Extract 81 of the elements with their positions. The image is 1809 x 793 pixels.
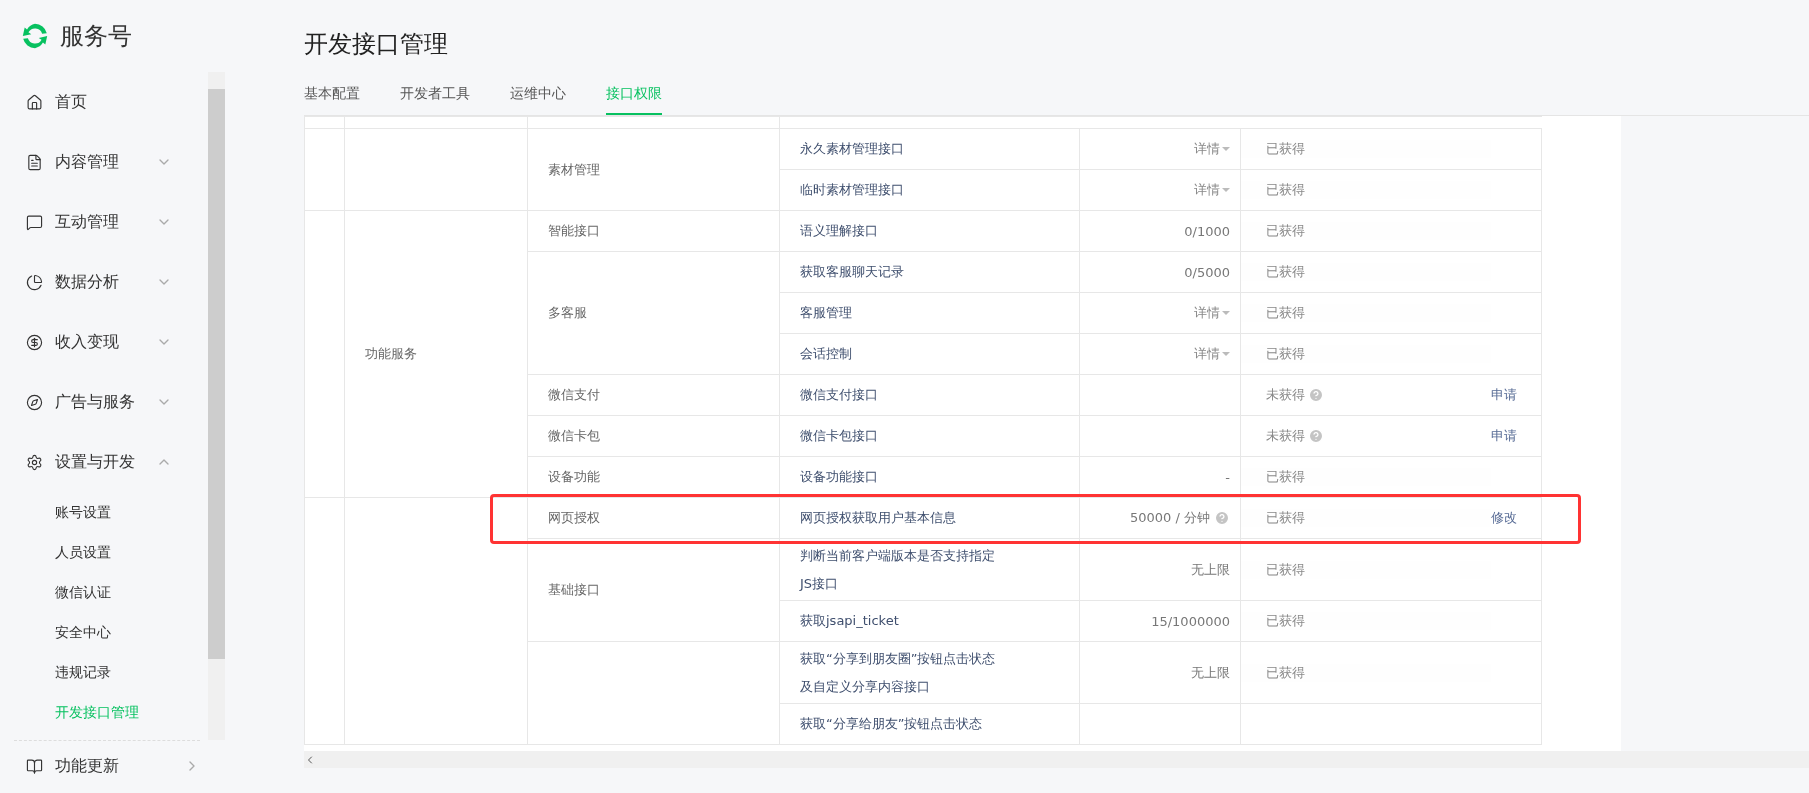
compass-icon [26,393,43,411]
details-dropdown[interactable]: 详情 [1194,304,1230,322]
status-text: 已获得 [1266,468,1305,486]
status-text: 已获得 [1266,181,1305,199]
details-dropdown[interactable]: 详情 [1194,181,1230,199]
quota-text: - [1225,469,1230,485]
vertical-scrollbar[interactable] [208,72,225,740]
sidebar-subitem[interactable]: 微信认证 [0,572,202,612]
category-name: 基础接口 [548,582,600,597]
interface-name: 设备功能接口 [800,468,879,486]
horizontal-scrollbar[interactable] [304,751,1809,768]
sidebar-subitem[interactable]: 账号设置 [0,492,202,532]
interface-name: 永久素材管理接口 [800,140,905,158]
logo-icon [20,21,50,51]
status-text: 已获得 [1266,612,1305,630]
sidebar-item[interactable]: 设置与开发 [0,432,202,492]
sidebar-subitem[interactable]: 安全中心 [0,612,202,652]
status-text: 已获得 [1266,140,1305,158]
help-icon[interactable] [1214,510,1230,526]
sidebar-subitem[interactable]: 人员设置 [0,532,202,572]
interface-name: 会话控制 [800,345,853,363]
details-dropdown[interactable]: 详情 [1194,140,1230,158]
category-name: 多客服 [548,305,587,320]
quota-text: 0/1000 [1184,223,1230,239]
interface-name: 语义理解接口 [800,222,879,240]
settings-icon [26,453,43,471]
interface-name: 微信支付接口 [800,386,879,404]
status-text: 已获得 [1266,345,1305,363]
status-text: 已获得 [1266,263,1305,281]
interface-name: 获取客服聊天记录 [800,263,905,281]
category-name: 智能接口 [548,223,600,238]
sidebar-item[interactable]: 首页 [0,72,202,132]
category-name: 网页授权 [548,510,600,525]
quota-text: 无上限 [1191,663,1230,682]
document-icon [26,153,43,171]
status-text: 已获得 [1266,222,1305,240]
brand-name: 服务号 [60,21,132,52]
quota-text: 0/5000 [1184,264,1230,280]
status-text: 已获得 [1266,509,1305,527]
status-text: 未获得 [1266,386,1305,404]
pie-chart-icon [26,273,43,291]
sidebar-item[interactable]: 广告与服务 [0,372,202,432]
status-text: 未获得 [1266,427,1305,445]
interface-name: 获取“分享给朋友”按钮点击状态 [800,715,984,733]
action-link[interactable]: 修改 [1490,510,1517,525]
tab[interactable]: 基本配置 [304,85,360,115]
tab[interactable]: 运维中心 [510,85,566,115]
category-name: 素材管理 [548,161,600,177]
interface-name: 判断当前客户端版本是否支持指定JS接口 [800,546,996,593]
chat-bubble-icon [26,213,43,231]
interface-name: 客服管理 [800,304,853,322]
sidebar-subitem[interactable]: 违规记录 [0,652,202,692]
quota-text: 15/1000000 [1151,613,1230,629]
interface-name: 获取jsapi_ticket [800,612,900,630]
category-name: 微信支付 [548,387,600,402]
quota-text: 50000 / 分钟 [1130,509,1210,527]
interface-name: 网页授权获取用户基本信息 [800,509,957,527]
status-text: 已获得 [1266,304,1305,322]
page-title: 开发接口管理 [304,29,449,60]
action-link[interactable]: 申请 [1490,387,1517,402]
sidebar-item[interactable]: 收入变现 [0,312,202,372]
status-text: 已获得 [1266,663,1305,682]
help-icon[interactable] [1308,428,1324,444]
sidebar-item[interactable]: 内容管理 [0,132,202,192]
details-dropdown[interactable]: 详情 [1194,345,1230,363]
book-icon [26,757,43,775]
sidebar-item[interactable]: 互动管理 [0,192,202,252]
interface-name: 微信卡包接口 [800,427,879,445]
interface-name: 临时素材管理接口 [800,181,905,199]
group-name: 功能服务 [365,346,417,361]
help-icon[interactable] [1308,387,1324,403]
sidebar-item[interactable]: 数据分析 [0,252,202,312]
sidebar-item[interactable]: 功能更新 [0,741,230,791]
interface-name: 获取“分享到朋友圈”按钮点击状态及自定义分享内容接口 [800,649,997,696]
status-text: 已获得 [1266,560,1305,579]
home-icon [26,93,43,111]
quota-text: 无上限 [1191,560,1230,579]
category-name: 微信卡包 [548,428,600,443]
tab[interactable]: 开发者工具 [400,85,470,115]
action-link[interactable]: 申请 [1490,428,1517,443]
category-name: 设备功能 [548,469,600,484]
